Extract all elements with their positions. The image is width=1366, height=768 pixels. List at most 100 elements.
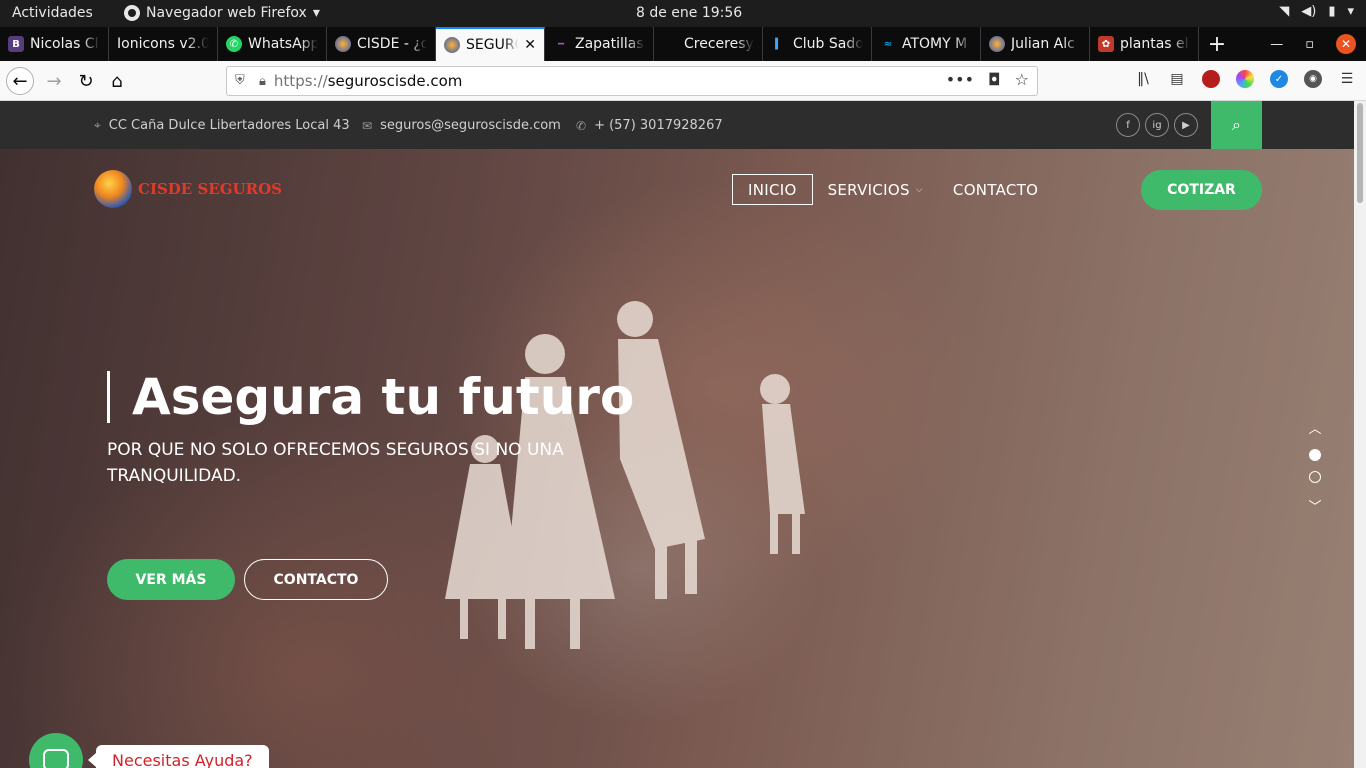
lock-icon[interactable]: 🔒︎ — [259, 74, 266, 89]
bootstrap-icon: B — [8, 36, 24, 52]
globe-logo-icon — [94, 170, 132, 208]
whatsapp-icon: ✆ — [226, 36, 242, 52]
hero-title: Asegura tu futuro — [107, 371, 634, 423]
maximize-icon[interactable]: ▫ — [1305, 37, 1314, 52]
system-tray[interactable]: ◥ ◀) ▮ ▾ — [1279, 4, 1354, 19]
forward-icon[interactable]: → — [40, 67, 68, 95]
blank-icon — [662, 36, 678, 52]
instagram-icon[interactable]: ig — [1145, 113, 1169, 137]
tab-title: plantas el — [1120, 36, 1189, 52]
chevron-down-icon[interactable]: ﹀ — [1304, 497, 1326, 515]
chat-help-label[interactable]: Necesitas Ayuda? — [88, 745, 269, 768]
hero-slider: CISDE SEGUROS INICIO SERVICIOS ⌵ CONTACTO… — [0, 149, 1354, 768]
menu-item-inicio[interactable]: INICIO — [732, 174, 813, 205]
site-logo[interactable]: CISDE SEGUROS — [94, 170, 282, 208]
email-item[interactable]: ✉ seguros@seguroscisde.com — [362, 118, 561, 133]
tab-title: CISDE - ¿q — [357, 36, 427, 52]
phone-text[interactable]: + (57) 3017928267 — [594, 118, 723, 133]
address-text: CC Caña Dulce Libertadores Local 43 — [108, 118, 350, 133]
tab[interactable]: CISDE - ¿q — [327, 27, 436, 61]
pocket-icon[interactable]: ◘ — [988, 70, 1001, 89]
youtube-icon[interactable]: ▶ — [1174, 113, 1198, 137]
map-pin-icon: ⌖ — [94, 118, 101, 132]
minimize-icon[interactable]: — — [1270, 37, 1283, 52]
chevron-up-icon[interactable]: ︿ — [1304, 419, 1326, 437]
tab-strip: B Nicolas Cl Ionicons v2.0 ✆ WhatsApp CISD… — [0, 27, 1366, 61]
contacto-button[interactable]: CONTACTO — [244, 559, 388, 600]
system-clock[interactable]: 8 de ene 19:56 — [636, 5, 742, 21]
email-text[interactable]: seguros@seguroscisde.com — [380, 118, 561, 133]
tab-title: Julian Alc — [1011, 36, 1075, 52]
phone-item[interactable]: ✆ + (57) 3017928267 — [576, 118, 723, 133]
url-text[interactable]: https://seguroscisde.com — [274, 72, 462, 90]
globe-icon — [989, 36, 1005, 52]
tab[interactable]: ▍ Club Sado — [763, 27, 872, 61]
library-icon[interactable]: ‖\ — [1134, 70, 1152, 88]
sidebar-icon[interactable]: ▤ — [1168, 70, 1186, 88]
tab-active[interactable]: SEGUROS ✕ — [436, 27, 545, 61]
tab[interactable]: Julian Alc — [981, 27, 1090, 61]
close-tab-icon[interactable]: ✕ — [524, 37, 536, 53]
wifi-icon: ◥ — [1279, 4, 1290, 19]
slider-dot[interactable] — [1309, 471, 1321, 483]
home-icon[interactable]: ⌂ — [103, 67, 131, 95]
menu-item-servicios[interactable]: SERVICIOS ⌵ — [813, 174, 938, 205]
bookmark-star-icon[interactable]: ☆ — [1015, 70, 1029, 89]
battery-icon: ▮ — [1328, 4, 1336, 19]
tab[interactable]: Creceresy — [654, 27, 763, 61]
back-icon[interactable]: ← — [6, 67, 34, 95]
tab-title: Zapatillas — [575, 36, 644, 52]
tab[interactable]: ≈ ATOMY M — [872, 27, 981, 61]
tab-title: SEGUROS — [466, 37, 518, 53]
extension-red-icon[interactable] — [1202, 70, 1220, 88]
dash-icon: ━ — [557, 38, 565, 50]
globe-icon — [444, 37, 460, 53]
facebook-icon[interactable]: f — [1116, 113, 1140, 137]
hamburger-menu-icon[interactable]: ☰ — [1338, 70, 1356, 88]
extension-color-icon[interactable] — [1236, 70, 1254, 88]
menu-item-label: SERVICIOS — [827, 180, 910, 199]
scrollbar-thumb[interactable] — [1357, 103, 1363, 203]
address-bar[interactable]: ⛨ 🔒︎ https://seguroscisde.com ••• ◘ ☆ — [226, 66, 1038, 96]
flag-icon: ✿ — [1098, 36, 1114, 52]
tab[interactable]: ✿ plantas el — [1090, 27, 1199, 61]
slider-dot-active[interactable] — [1309, 449, 1321, 461]
tab[interactable]: B Nicolas Cl — [0, 27, 109, 61]
contact-info-bar: ⌖ CC Caña Dulce Libertadores Local 43 ✉ … — [0, 101, 1354, 149]
page-actions-icon[interactable]: ••• — [946, 70, 974, 89]
search-button[interactable]: ⌕ — [1211, 101, 1262, 149]
cotizar-button[interactable]: COTIZAR — [1141, 170, 1262, 210]
logo-text: CISDE SEGUROS — [138, 180, 282, 198]
activities-button[interactable]: Actividades — [12, 5, 93, 21]
tab[interactable]: ━ Zapatillas — [545, 27, 654, 61]
new-tab-button[interactable]: + — [1199, 27, 1235, 61]
reload-icon[interactable]: ↻ — [72, 67, 100, 95]
extension-eye-icon[interactable]: ◉ — [1304, 70, 1322, 88]
globe-icon — [335, 36, 351, 52]
tab[interactable]: Ionicons v2.0 — [109, 27, 218, 61]
hero-subtitle: POR QUE NO SOLO OFRECEMOS SEGUROS SI NO … — [107, 440, 564, 486]
tracking-shield-icon[interactable]: ⛨ — [235, 73, 249, 89]
search-icon: ⌕ — [1232, 115, 1241, 134]
web-page: ⌖ CC Caña Dulce Libertadores Local 43 ✉ … — [0, 101, 1354, 768]
menu-item-contacto[interactable]: CONTACTO — [938, 174, 1053, 205]
toolbar-extensions: ‖\ ▤ ✓ ◉ ☰ — [1134, 70, 1356, 88]
tab-title: ATOMY M — [902, 36, 968, 52]
tab-title: Ionicons v2.0 — [117, 36, 209, 52]
address-item: ⌖ CC Caña Dulce Libertadores Local 43 — [94, 118, 350, 133]
tab-title: Club Sado — [793, 36, 863, 52]
volume-icon: ◀) — [1301, 4, 1317, 19]
ver-mas-button[interactable]: VER MÁS — [107, 559, 235, 600]
app-menu[interactable]: Navegador web Firefox ▾ — [124, 5, 320, 21]
tab[interactable]: ✆ WhatsApp — [218, 27, 327, 61]
extension-check-icon[interactable]: ✓ — [1270, 70, 1288, 88]
page-scrollbar[interactable] — [1354, 101, 1366, 768]
window-close-icon[interactable]: ✕ — [1336, 34, 1356, 54]
tab-title: WhatsApp — [248, 36, 318, 52]
chevron-down-icon: ⌵ — [915, 184, 923, 195]
url-protocol: https:// — [273, 72, 328, 90]
firefox-icon — [124, 5, 140, 21]
chevron-down-icon: ▾ — [312, 5, 320, 21]
chat-bubble-icon — [43, 749, 69, 768]
bar-icon: ▍ — [775, 38, 783, 50]
